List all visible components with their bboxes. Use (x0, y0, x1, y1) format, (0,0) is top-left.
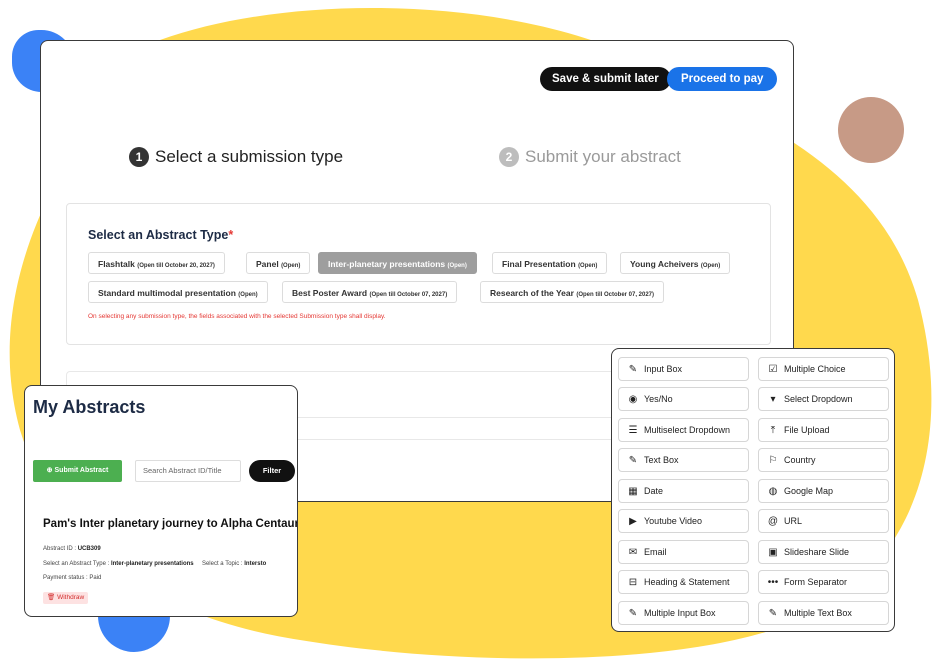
field-url[interactable]: @ URL (758, 509, 889, 533)
list-icon: ☰ (628, 424, 638, 436)
step-number: 2 (499, 147, 519, 167)
checkbox-icon: ☑ (768, 363, 778, 375)
field-slideshare-slide[interactable]: ▣ Slideshare Slide (758, 540, 889, 564)
type-option-inter-planetary[interactable]: Inter-planetary presentations (Open) (318, 252, 477, 274)
upload-icon: ⤒ (770, 424, 776, 436)
type-option-final-presentation[interactable]: Final Presentation (Open) (492, 252, 608, 274)
envelope-icon: ✉ (628, 546, 638, 558)
radio-icon: ◉ (628, 393, 638, 405)
at-icon: @ (767, 515, 779, 527)
youtube-icon: ▶ (629, 515, 637, 527)
field-yes-no[interactable]: ◉ Yes/No (618, 387, 749, 411)
abstract-type-meta: Select an Abstract Type : Inter-planetar… (43, 561, 267, 567)
type-option-standard-multimodal[interactable]: Standard multimodal presentation (Open) (88, 281, 268, 303)
field-select-dropdown[interactable]: ▾ Select Dropdown (758, 387, 889, 411)
abstract-type-heading: Select an Abstract Type* (88, 228, 234, 242)
field-multiple-choice[interactable]: ☑ Multiple Choice (758, 357, 889, 381)
edit-icon: ✎ (628, 454, 638, 466)
payment-status: Payment status : Paid (43, 575, 102, 581)
field-email[interactable]: ✉ Email (618, 540, 749, 564)
abstract-id: Abstract ID : UCB309 (43, 546, 101, 552)
filter-button[interactable]: Filter (249, 460, 295, 482)
globe-icon: ◍ (768, 485, 778, 497)
type-option-panel[interactable]: Panel (Open) (246, 252, 311, 274)
proceed-to-pay-button[interactable]: Proceed to pay (667, 67, 778, 91)
abstract-type-card: Select an Abstract Type* Flashtalk (Open… (66, 203, 771, 345)
field-google-map[interactable]: ◍ Google Map (758, 479, 889, 503)
type-option-young-acheivers[interactable]: Young Acheivers (Open) (620, 252, 731, 274)
field-form-separator[interactable]: ••• Form Separator (758, 570, 889, 594)
calendar-icon: ▦ (628, 485, 638, 497)
my-abstracts-title: My Abstracts (33, 397, 146, 417)
field-heading-statement[interactable]: ⊟ Heading & Statement (618, 570, 749, 594)
field-country[interactable]: ⚐ Country (758, 448, 889, 472)
field-file-upload[interactable]: ⤒ File Upload (758, 418, 889, 442)
field-text-box[interactable]: ✎ Text Box (618, 448, 749, 472)
submit-abstract-button[interactable]: ⊕ Submit Abstract (33, 460, 122, 482)
caret-down-icon: ▾ (770, 393, 776, 405)
edit-icon: ✎ (628, 363, 638, 375)
step-label: Submit your abstract (525, 147, 681, 166)
required-mark: * (228, 228, 234, 242)
field-types-panel: ✎ Input Box ☑ Multiple Choice ◉ Yes/No ▾ Sel… (611, 348, 895, 632)
plus-circle-icon: ⊕ (46, 467, 53, 474)
field-multiple-text-box[interactable]: ✎ Multiple Text Box (758, 601, 889, 625)
trash-icon: 🗑 (47, 594, 56, 601)
edit-icon: ✎ (628, 607, 638, 619)
step-number: 1 (129, 147, 149, 167)
step-label: Select a submission type (155, 147, 344, 166)
step-2[interactable]: 2 Submit your abstract (499, 147, 681, 167)
minus-square-icon: ⊟ (628, 576, 638, 588)
search-abstract-input[interactable]: Search Abstract ID/Title (135, 460, 241, 482)
abstract-item-title[interactable]: Pam's Inter planetary journey to Alpha C… (43, 518, 297, 530)
edit-icon: ✎ (768, 607, 778, 619)
type-option-flashtalk[interactable]: Flashtalk (Open till October 20, 2027) (88, 252, 225, 274)
withdraw-button[interactable]: 🗑 Withdraw (43, 592, 89, 604)
field-multiselect-dropdown[interactable]: ☰ Multiselect Dropdown (618, 418, 749, 442)
type-option-research-of-the-year[interactable]: Research of the Year (Open till October … (480, 281, 665, 303)
save-submit-later-button[interactable]: Save & submit later (540, 67, 671, 91)
flag-icon: ⚐ (768, 454, 778, 466)
field-youtube-video[interactable]: ▶ Youtube Video (618, 509, 749, 533)
slideshare-icon: ▣ (768, 546, 778, 558)
ellipsis-icon: ••• (767, 576, 779, 588)
type-option-best-poster[interactable]: Best Poster Award (Open till October 07,… (282, 281, 458, 303)
type-selection-note: On selecting any submission type, the fi… (88, 313, 386, 320)
my-abstracts-panel: My Abstracts ⊕ Submit Abstract Search Ab… (24, 385, 298, 617)
field-multiple-input-box[interactable]: ✎ Multiple Input Box (618, 601, 749, 625)
field-input-box[interactable]: ✎ Input Box (618, 357, 749, 381)
decor-circle-brown (838, 97, 904, 163)
field-date[interactable]: ▦ Date (618, 479, 749, 503)
step-1[interactable]: 1 Select a submission type (129, 147, 343, 167)
